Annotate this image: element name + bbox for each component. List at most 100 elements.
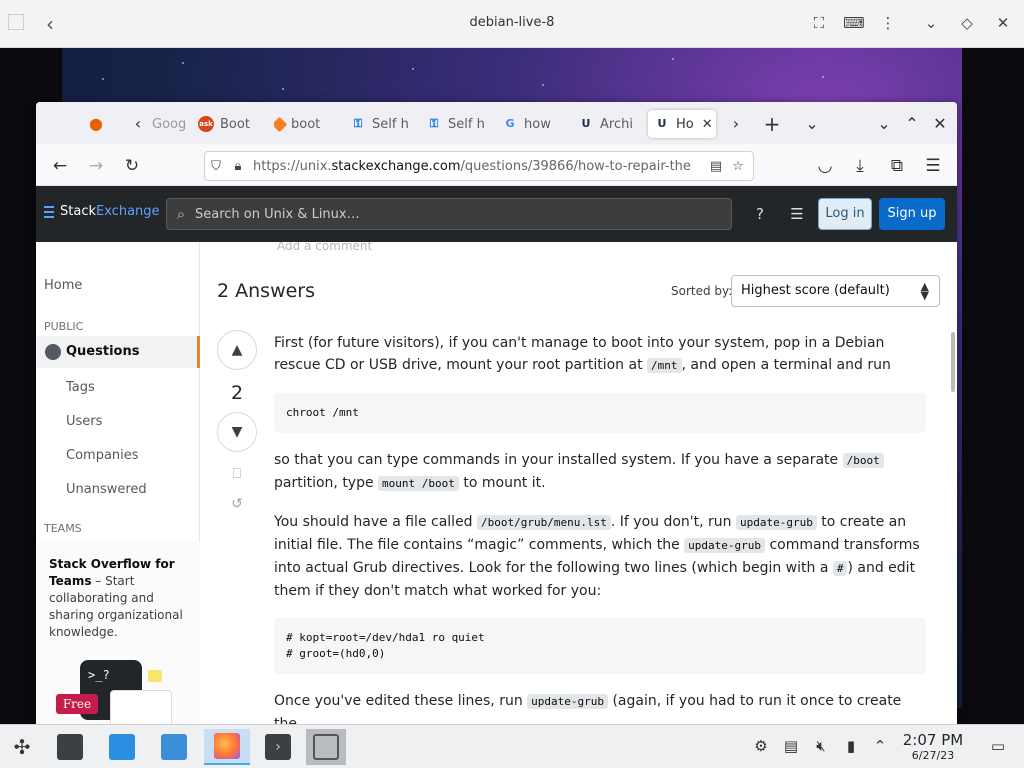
chat-bubble-icon xyxy=(148,670,162,682)
file-manager-icon[interactable] xyxy=(154,729,194,765)
volume-muted-icon[interactable]: 🔇︎ xyxy=(811,737,831,757)
lock-icon[interactable]: 🔒︎ xyxy=(227,159,249,174)
unix-se-icon: U xyxy=(581,117,591,130)
answers-section: Add a comment 2 Answers Sorted by: Highe… xyxy=(201,242,957,724)
expand-tray-icon[interactable]: ⌃ xyxy=(870,737,890,757)
globe-icon xyxy=(45,344,61,360)
back-arrow-icon[interactable]: ← xyxy=(48,154,72,178)
key-icon: ⚿ xyxy=(353,117,363,130)
window-maximize-icon[interactable]: ⌃ xyxy=(900,112,924,136)
downvote-button[interactable]: ▼ xyxy=(217,412,257,452)
stackoverflow-icon xyxy=(274,116,288,132)
tab-strip: ● ‹ Goog ask Boot boot ⚿ Self h ⚿ Self h Gh… xyxy=(36,102,957,144)
tab-stackoverflow[interactable]: boot xyxy=(274,110,336,138)
add-comment-link[interactable]: Add a comment xyxy=(277,242,372,253)
firefox-window: ● ‹ Goog ask Boot boot ⚿ Self h ⚿ Self h Gh… xyxy=(36,102,957,724)
sidebar-section-public: PUBLIC xyxy=(44,320,84,333)
stackexchange-icon xyxy=(44,205,54,218)
site-search-input[interactable]: ⌕ Search on Unix & Linux… xyxy=(166,198,732,230)
tab-active-unix-se[interactable]: U Ho ✕ xyxy=(648,110,716,138)
bookmark-icon[interactable]: ⎕ xyxy=(229,466,245,482)
extensions-icon[interactable]: ⧉ xyxy=(885,154,909,178)
download-icon[interactable]: ⤓ xyxy=(848,154,872,178)
bookmark-star-icon[interactable]: ☆ xyxy=(727,159,749,174)
tab-askubuntu[interactable]: ask Boot xyxy=(198,110,260,138)
new-tab-icon[interactable]: + xyxy=(760,112,784,136)
upvote-button[interactable]: ▲ xyxy=(217,330,257,370)
show-desktop-icon[interactable]: ▭ xyxy=(988,737,1008,757)
signup-button[interactable]: Sign up xyxy=(879,198,945,230)
answer-paragraph: so that you can type commands in your in… xyxy=(274,449,926,495)
tab-close-icon[interactable]: ✕ xyxy=(702,117,713,132)
kebab-menu-icon[interactable]: ⋮ xyxy=(877,12,899,34)
close-icon[interactable]: ✕ xyxy=(992,12,1014,34)
screenshot-icon[interactable] xyxy=(306,729,346,765)
network-icon[interactable]: ⚙ xyxy=(751,737,771,757)
sort-select[interactable]: Highest score (default) ▲ ▼ xyxy=(731,275,940,307)
sidebar-item-home[interactable]: Home xyxy=(44,278,82,293)
sidebar-item-tags[interactable]: Tags xyxy=(66,380,95,395)
pocket-icon[interactable]: ◡ xyxy=(813,154,837,178)
minimize-icon[interactable]: ⌄ xyxy=(920,12,942,34)
askubuntu-icon: ask xyxy=(198,116,214,132)
sidebar-item-companies[interactable]: Companies xyxy=(66,448,139,463)
battery-icon[interactable]: ▮ xyxy=(841,737,861,757)
sidebar-item-unanswered[interactable]: Unanswered xyxy=(66,482,147,497)
nav-bar: ← → ↻ ⛉ 🔒︎ https://unix.stackexchange.co… xyxy=(36,144,957,186)
app-launcher-icon[interactable]: ✣ xyxy=(2,729,42,765)
clock[interactable]: 2:07 PM 6/27/23 xyxy=(896,731,970,762)
keyboard-icon[interactable]: ⌨ xyxy=(843,12,865,34)
page-scrollbar[interactable] xyxy=(951,332,955,392)
scroll-tabs-right-icon[interactable]: › xyxy=(724,112,748,136)
discover-icon[interactable] xyxy=(102,729,142,765)
tab-google[interactable]: Goog xyxy=(152,110,192,138)
login-button[interactable]: Log in xyxy=(818,198,872,230)
unix-se-icon: U xyxy=(657,117,667,130)
vm-title-bar: ‹ debian-live-8 ⛶ ⌨ ⋮ ⌄ ◇ ✕ xyxy=(0,0,1024,48)
window-close-icon[interactable]: ✕ xyxy=(928,112,952,136)
window-minimize-icon[interactable]: ⌄ xyxy=(872,112,896,136)
tab-google-search[interactable]: Ghow xyxy=(502,110,564,138)
clipboard-icon[interactable]: ▤ xyxy=(781,737,801,757)
fullscreen-icon[interactable]: ⛶ xyxy=(808,12,830,34)
select-arrows-icon: ▲ ▼ xyxy=(920,280,929,302)
hamburger-menu-icon[interactable]: ☰ xyxy=(921,154,945,178)
site-switcher-icon[interactable]: ☰ xyxy=(787,204,807,224)
firefox-taskbar-icon[interactable] xyxy=(204,729,250,765)
url-text[interactable]: https://unix.stackexchange.com/questions… xyxy=(253,159,705,174)
sidebar-item-users[interactable]: Users xyxy=(66,414,102,429)
tab-self-hosted-2[interactable]: ⚿ Self h xyxy=(426,110,488,138)
code-block: chroot /mnt xyxy=(274,393,926,433)
vm-title: debian-live-8 xyxy=(469,15,555,30)
shield-icon[interactable]: ⛉ xyxy=(205,159,227,174)
google-icon: G xyxy=(505,117,515,130)
list-tabs-icon[interactable]: ⌄ xyxy=(800,112,824,136)
code-block: # kopt=root=/dev/hda1 ro quiet # groot=(… xyxy=(274,618,926,674)
stackexchange-header: Stack Exchange ⌕ Search on Unix & Linux… ?… xyxy=(36,186,957,242)
tab-archive[interactable]: U Archi xyxy=(578,110,640,138)
free-badge: Free xyxy=(56,694,98,714)
search-icon: ⌕ xyxy=(176,205,186,223)
sorted-by-label: Sorted by: xyxy=(671,284,733,298)
forward-arrow-icon[interactable]: → xyxy=(84,154,108,178)
answers-heading: 2 Answers xyxy=(217,280,316,302)
stackexchange-logo[interactable]: Stack Exchange xyxy=(44,204,160,219)
answer-body: First (for future visitors), if you can'… xyxy=(274,332,926,724)
history-icon[interactable]: ↺ xyxy=(229,496,245,512)
reload-icon[interactable]: ↻ xyxy=(120,154,144,178)
firefox-view-icon[interactable]: ● xyxy=(84,112,108,136)
left-sidebar: Home PUBLIC Questions Tags Users Compani… xyxy=(36,242,200,724)
maximize-icon[interactable]: ◇ xyxy=(956,12,978,34)
url-bar[interactable]: ⛉ 🔒︎ https://unix.stackexchange.com/ques… xyxy=(204,151,754,181)
sidebar-section-teams: TEAMS xyxy=(44,522,82,535)
help-icon[interactable]: ? xyxy=(750,204,770,224)
card-illustration xyxy=(110,690,172,724)
key-icon: ⚿ xyxy=(429,117,439,130)
teams-promo-text[interactable]: Stack Overflow for Teams – Start collabo… xyxy=(49,556,189,641)
scroll-tabs-left-icon[interactable]: ‹ xyxy=(126,112,150,136)
terminal-icon[interactable]: › xyxy=(258,729,298,765)
tab-self-hosted-1[interactable]: ⚿ Self h xyxy=(350,110,412,138)
system-settings-icon[interactable] xyxy=(50,729,90,765)
reader-view-icon[interactable]: ▤ xyxy=(705,159,727,174)
sidebar-item-questions-label[interactable]: Questions xyxy=(66,344,139,359)
